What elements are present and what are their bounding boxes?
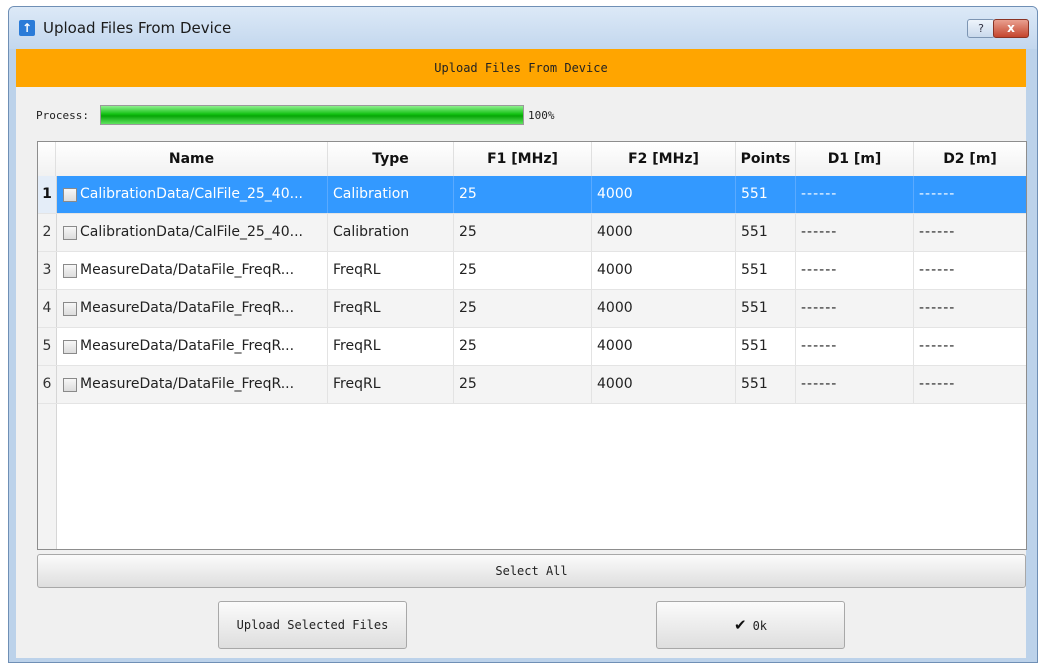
- cell-f1: 25: [454, 214, 592, 251]
- cell-f1: 25: [454, 290, 592, 327]
- files-table: Name Type F1 [MHz] F2 [MHz] Points D1 [m…: [37, 141, 1027, 550]
- cell-points: 551: [736, 252, 796, 289]
- progress-fill: [101, 106, 523, 124]
- column-header-name[interactable]: Name: [56, 142, 328, 176]
- cell-f1: 25: [454, 176, 592, 213]
- table-row[interactable]: 2 CalibrationData/CalFile_25_40... Calib…: [38, 214, 1026, 252]
- table-row[interactable]: 5 MeasureData/DataFile_FreqR... FreqRL 2…: [38, 328, 1026, 366]
- row-number: 3: [38, 252, 57, 289]
- process-label: Process:: [36, 109, 89, 122]
- cell-d1: ------: [796, 366, 914, 403]
- cell-points: 551: [736, 176, 796, 213]
- cell-name: MeasureData/DataFile_FreqR...: [80, 252, 328, 289]
- column-header-d2[interactable]: D2 [m]: [914, 142, 1026, 176]
- cell-points: 551: [736, 366, 796, 403]
- column-header-d1[interactable]: D1 [m]: [796, 142, 914, 176]
- cell-f1: 25: [454, 252, 592, 289]
- cell-d2: ------: [919, 186, 956, 202]
- progress-bar: [100, 105, 524, 125]
- cell-type: FreqRL: [328, 290, 454, 327]
- cell-f2: 4000: [592, 176, 736, 213]
- cell-f2: 4000: [592, 328, 736, 365]
- cell-f2: 4000: [592, 252, 736, 289]
- column-header-f1[interactable]: F1 [MHz]: [454, 142, 592, 176]
- cell-f2: 4000: [592, 214, 736, 251]
- upload-files-dialog: ↑ Upload Files From Device ? x Upload Fi…: [8, 6, 1038, 663]
- row-number: 4: [38, 290, 57, 327]
- cell-d2: ------: [919, 338, 956, 354]
- cell-d1: ------: [796, 214, 914, 251]
- cell-type: Calibration: [328, 214, 454, 251]
- cell-name: MeasureData/DataFile_FreqR...: [80, 328, 328, 365]
- cell-d1: ------: [796, 290, 914, 327]
- row-checkbox[interactable]: [63, 188, 77, 202]
- cell-name: CalibrationData/CalFile_25_40...: [80, 176, 328, 213]
- cell-type: FreqRL: [328, 328, 454, 365]
- cell-f1: 25: [454, 366, 592, 403]
- cell-name: MeasureData/DataFile_FreqR...: [80, 366, 328, 403]
- column-header-f2[interactable]: F2 [MHz]: [592, 142, 736, 176]
- column-header-points[interactable]: Points: [736, 142, 796, 176]
- row-checkbox[interactable]: [63, 302, 77, 316]
- row-number: 2: [38, 214, 57, 251]
- dialog-body: Upload Files From Device Process: 100% N…: [16, 49, 1027, 658]
- help-button[interactable]: ?: [967, 19, 995, 38]
- table-empty-area: [38, 404, 1026, 549]
- cell-points: 551: [736, 290, 796, 327]
- cell-d2: ------: [919, 376, 956, 392]
- cell-type: FreqRL: [328, 366, 454, 403]
- cell-name: CalibrationData/CalFile_25_40...: [80, 214, 328, 251]
- ok-button[interactable]: ✔ 0k: [656, 601, 845, 649]
- table-row[interactable]: 3 MeasureData/DataFile_FreqR... FreqRL 2…: [38, 252, 1026, 290]
- table-row[interactable]: 1 CalibrationData/CalFile_25_40... Calib…: [38, 176, 1026, 214]
- cell-d2: ------: [919, 300, 956, 316]
- cell-f1: 25: [454, 328, 592, 365]
- table-row[interactable]: 4 MeasureData/DataFile_FreqR... FreqRL 2…: [38, 290, 1026, 328]
- cell-d2: ------: [919, 262, 956, 278]
- row-number: 1: [38, 176, 57, 213]
- window-title: Upload Files From Device: [43, 19, 232, 37]
- row-checkbox[interactable]: [63, 340, 77, 354]
- upload-selected-files-button[interactable]: Upload Selected Files: [218, 601, 407, 649]
- header-corner: [38, 142, 56, 176]
- cell-d2: ------: [919, 224, 956, 240]
- cell-f2: 4000: [592, 290, 736, 327]
- cell-d1: ------: [796, 328, 914, 365]
- check-icon: ✔: [733, 616, 747, 634]
- select-all-button[interactable]: Select All: [37, 554, 1026, 588]
- ok-button-label: 0k: [752, 619, 768, 633]
- table-row[interactable]: 6 MeasureData/DataFile_FreqR... FreqRL 2…: [38, 366, 1026, 404]
- row-header-gutter: [38, 404, 57, 549]
- cell-d1: ------: [796, 252, 914, 289]
- row-checkbox[interactable]: [63, 226, 77, 240]
- row-checkbox[interactable]: [63, 264, 77, 278]
- close-button[interactable]: x: [993, 19, 1029, 38]
- cell-type: FreqRL: [328, 252, 454, 289]
- cell-points: 551: [736, 214, 796, 251]
- cell-type: Calibration: [328, 176, 454, 213]
- cell-points: 551: [736, 328, 796, 365]
- cell-name: MeasureData/DataFile_FreqR...: [80, 290, 328, 327]
- app-upload-icon: ↑: [19, 20, 35, 36]
- cell-f2: 4000: [592, 366, 736, 403]
- header-banner: Upload Files From Device: [16, 49, 1026, 87]
- title-bar: ↑ Upload Files From Device ? x: [9, 7, 1037, 49]
- row-checkbox[interactable]: [63, 378, 77, 392]
- cell-d1: ------: [796, 176, 914, 213]
- row-number: 5: [38, 328, 57, 365]
- column-header-type[interactable]: Type: [328, 142, 454, 176]
- progress-percent: 100%: [528, 109, 555, 122]
- table-header: Name Type F1 [MHz] F2 [MHz] Points D1 [m…: [38, 142, 1026, 177]
- row-number: 6: [38, 366, 57, 403]
